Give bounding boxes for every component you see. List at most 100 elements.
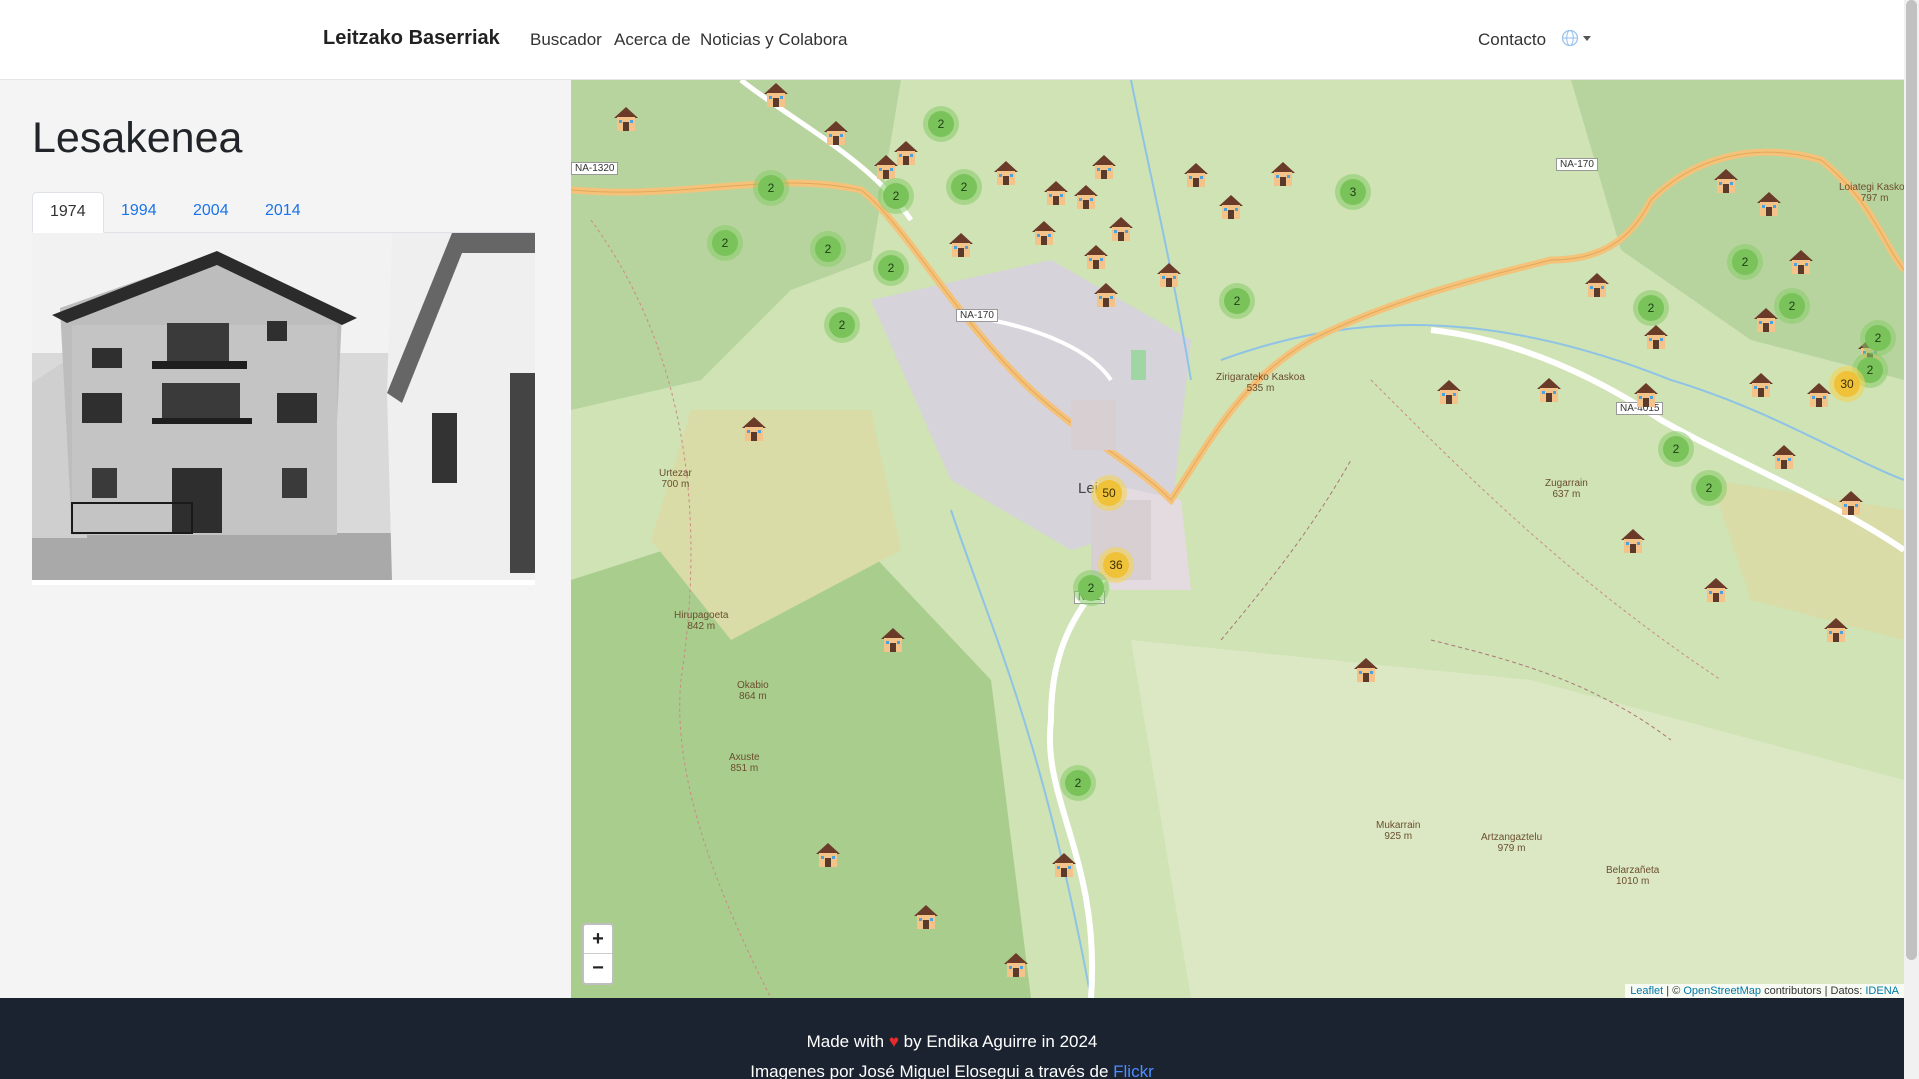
cluster-marker[interactable]: 2	[1691, 470, 1727, 506]
cluster-marker[interactable]: 2	[1219, 283, 1255, 319]
cluster-count: 2	[878, 255, 904, 281]
map-attribution: Leaflet | © OpenStreetMap contributors |…	[1625, 984, 1904, 998]
nav-contacto[interactable]: Contacto	[1478, 30, 1546, 50]
house-marker-icon[interactable]	[946, 230, 976, 260]
footer-credit: Made with ♥ by Endika Aguirre in 2024	[0, 1032, 1904, 1052]
house-marker-icon[interactable]	[1754, 189, 1784, 219]
cluster-marker[interactable]: 2	[923, 106, 959, 142]
cluster-count: 2	[829, 312, 855, 338]
tab-1994[interactable]: 1994	[104, 192, 174, 233]
cluster-marker[interactable]: 2	[707, 225, 743, 261]
language-dropdown[interactable]	[1561, 29, 1591, 47]
zoom-in-button[interactable]: +	[584, 925, 612, 954]
cluster-marker[interactable]: 2	[1073, 570, 1109, 606]
cluster-marker[interactable]: 2	[1774, 288, 1810, 324]
cluster-marker[interactable]: 30	[1829, 366, 1865, 402]
house-marker-icon[interactable]	[911, 902, 941, 932]
house-marker-icon[interactable]	[1769, 442, 1799, 472]
map[interactable]: Leitza NA-1320 NA-170 NA-170 NA-4015 NA-…	[571, 80, 1904, 998]
flickr-link[interactable]: Flickr	[1113, 1062, 1154, 1079]
house-marker-icon[interactable]	[813, 840, 843, 870]
cluster-marker[interactable]: 2	[946, 169, 982, 205]
cluster-marker[interactable]: 2	[753, 170, 789, 206]
tab-2004[interactable]: 2004	[176, 192, 246, 233]
photo-panel	[32, 233, 535, 585]
cluster-count: 2	[758, 175, 784, 201]
leaflet-link[interactable]: Leaflet	[1630, 985, 1663, 997]
house-marker-icon[interactable]	[1154, 260, 1184, 290]
road-label: NA-1320	[571, 162, 619, 175]
house-marker-icon[interactable]	[1041, 178, 1071, 208]
house-marker-icon[interactable]	[1618, 526, 1648, 556]
house-marker-icon[interactable]	[1534, 375, 1564, 405]
house-marker-icon[interactable]	[1786, 247, 1816, 277]
cluster-count: 2	[815, 236, 841, 262]
peak-label: Urtezar 700 m	[659, 468, 692, 490]
house-marker-icon[interactable]	[1081, 242, 1111, 272]
house-marker-icon[interactable]	[739, 414, 769, 444]
house-marker-icon[interactable]	[991, 158, 1021, 188]
footer: Made with ♥ by Endika Aguirre in 2024 Im…	[0, 998, 1904, 1079]
house-marker-icon[interactable]	[1746, 370, 1776, 400]
cluster-marker[interactable]: 3	[1335, 174, 1371, 210]
cluster-count: 2	[1065, 770, 1091, 796]
house-marker-icon[interactable]	[1701, 575, 1731, 605]
zoom-out-button[interactable]: −	[584, 954, 612, 983]
house-marker-icon[interactable]	[1216, 192, 1246, 222]
house-marker-icon[interactable]	[1434, 377, 1464, 407]
road-label: NA-170	[956, 309, 998, 322]
osm-link[interactable]: OpenStreetMap	[1683, 985, 1761, 997]
house-marker-icon[interactable]	[761, 80, 791, 110]
house-marker-icon[interactable]	[1049, 850, 1079, 880]
peak-label: Zugarrain 637 m	[1545, 478, 1588, 500]
cluster-marker[interactable]: 2	[1727, 244, 1763, 280]
house-marker-icon[interactable]	[1071, 182, 1101, 212]
house-marker-icon[interactable]	[1029, 218, 1059, 248]
house-marker-icon[interactable]	[1641, 322, 1671, 352]
heart-icon: ♥	[888, 1032, 899, 1051]
road-label: NA-170	[1556, 158, 1598, 171]
house-marker-icon[interactable]	[1091, 280, 1121, 310]
year-tabs: 1974 1994 2004 2014	[32, 192, 535, 233]
brand-logo[interactable]: Leitzako Baserriak	[323, 27, 500, 50]
cluster-marker[interactable]: 2	[1633, 290, 1669, 326]
cluster-marker[interactable]: 50	[1091, 475, 1127, 511]
house-marker-icon[interactable]	[821, 118, 851, 148]
cluster-marker[interactable]: 2	[1658, 431, 1694, 467]
navbar: Leitzako Baserriak Buscador Acerca de No…	[0, 0, 1904, 80]
house-marker-icon[interactable]	[1106, 214, 1136, 244]
peak-label: Belarzañeta 1010 m	[1606, 865, 1660, 887]
tab-1974[interactable]: 1974	[32, 192, 104, 233]
cluster-marker[interactable]: 2	[824, 307, 860, 343]
scrollbar[interactable]	[1904, 0, 1919, 1079]
cluster-count: 50	[1096, 480, 1122, 506]
idena-link[interactable]: IDENA	[1865, 985, 1899, 997]
tab-2014[interactable]: 2014	[248, 192, 318, 233]
cluster-marker[interactable]: 2	[810, 231, 846, 267]
house-marker-icon[interactable]	[611, 104, 641, 134]
house-marker-icon[interactable]	[1821, 615, 1851, 645]
cluster-marker[interactable]: 2	[1860, 320, 1896, 356]
nav-noticias[interactable]: Noticias y Colabora	[700, 30, 847, 50]
nav-acerca-de[interactable]: Acerca de	[614, 30, 691, 50]
nav-buscador[interactable]: Buscador	[530, 30, 602, 50]
footer-text: Made with	[806, 1032, 885, 1051]
cluster-marker[interactable]: 2	[878, 178, 914, 214]
house-marker-icon[interactable]	[1181, 160, 1211, 190]
cluster-marker[interactable]: 2	[873, 250, 909, 286]
house-marker-icon[interactable]	[1089, 152, 1119, 182]
scrollbar-thumb[interactable]	[1906, 0, 1917, 960]
zoom-control: + −	[582, 923, 614, 985]
house-marker-icon[interactable]	[1711, 166, 1741, 196]
house-marker-icon[interactable]	[1351, 655, 1381, 685]
house-marker-icon[interactable]	[1001, 950, 1031, 980]
house-marker-icon[interactable]	[1268, 159, 1298, 189]
house-marker-icon[interactable]	[1582, 270, 1612, 300]
cluster-count: 2	[1224, 288, 1250, 314]
house-marker-icon[interactable]	[1631, 380, 1661, 410]
cluster-marker[interactable]: 2	[1060, 765, 1096, 801]
farmhouse-photo[interactable]	[32, 233, 535, 580]
cluster-count: 2	[1779, 293, 1805, 319]
house-marker-icon[interactable]	[1836, 488, 1866, 518]
house-marker-icon[interactable]	[878, 625, 908, 655]
